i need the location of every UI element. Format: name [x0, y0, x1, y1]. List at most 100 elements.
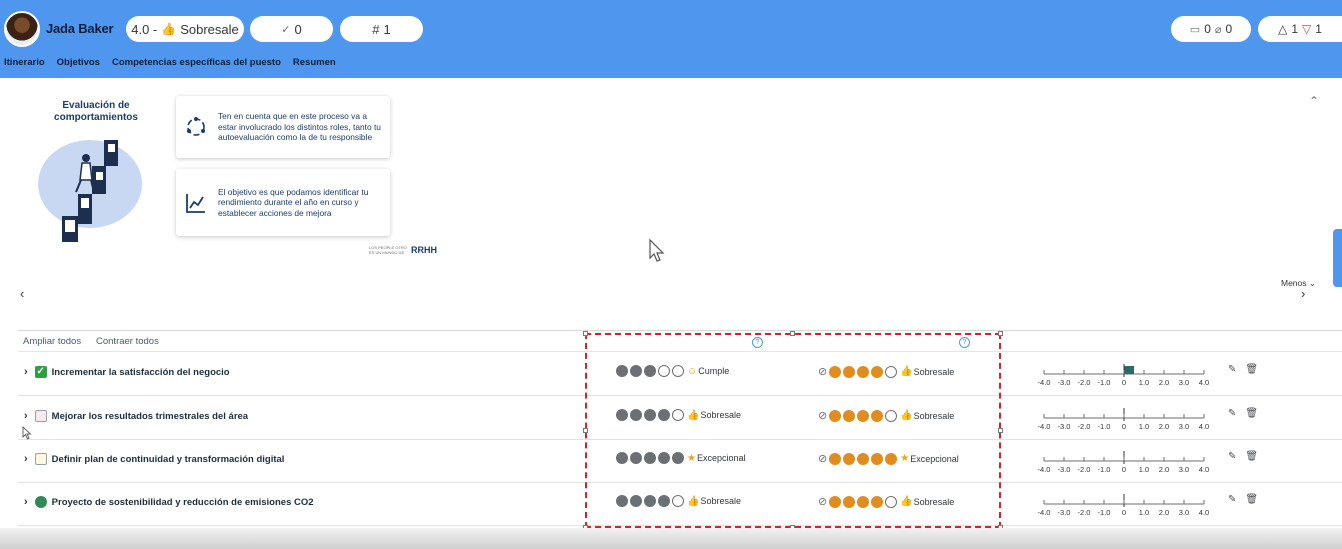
chevron-left-icon[interactable]: ‹ — [20, 286, 24, 301]
overall-score-pill[interactable]: 4.0 - 👍 Sobresale — [126, 16, 244, 42]
chevron-right-icon[interactable]: › — [24, 496, 28, 508]
cycle-icon — [187, 117, 205, 136]
scale-tick-label: 2.0 — [1159, 465, 1169, 474]
tab-resumen[interactable]: Resumen — [293, 57, 336, 68]
expand-all-link[interactable]: Ampliar todos — [23, 336, 81, 347]
check-icon: ✓ — [281, 23, 291, 36]
chevron-right-icon[interactable]: › — [1301, 286, 1305, 301]
app-root: Jada Baker 4.0 - 👍 Sobresale ✓ 0 # 1 ▭ 0… — [0, 0, 1342, 549]
row-title-wrap[interactable]: › Proyecto de sostenibilidad y reducción… — [24, 496, 314, 508]
attach-count: 0 — [1225, 22, 1233, 36]
tab-objetivos[interactable]: Objetivos — [57, 57, 100, 68]
notes-attachments-pill[interactable]: ▭ 0 ⌀ 0 — [1171, 16, 1251, 42]
deviation-scale: -4.0 -3.0 -2.0 -1.0 0 1.0 2.0 3.0 4.0 — [1038, 408, 1209, 431]
side-panel-handle[interactable] — [1333, 229, 1342, 287]
trash-icon[interactable]: 🗑 — [1245, 364, 1258, 375]
scale-tick-label: -2.0 — [1078, 378, 1091, 387]
rrhh-logo-text: RRHH — [411, 245, 437, 255]
scale-tick-label: 0 — [1122, 465, 1126, 474]
completed-count-pill[interactable]: ✓ 0 — [250, 16, 333, 42]
row-title: Mejorar los resultados trimestrales del … — [51, 410, 249, 422]
info-card-roles: Ten en cuenta que en este proceso va a e… — [176, 96, 390, 158]
triangle-down-icon: ▽ — [1302, 22, 1312, 36]
edit-icon[interactable]: ✎ — [1228, 451, 1236, 462]
chevron-right-icon[interactable]: › — [24, 453, 28, 465]
header-bar: Jada Baker 4.0 - 👍 Sobresale ✓ 0 # 1 ▭ 0… — [0, 0, 1342, 78]
scale-tick-label: -4.0 — [1038, 465, 1051, 474]
row-actions: ✎ 🗑 — [1228, 451, 1258, 462]
scale-tick-label: -3.0 — [1058, 422, 1071, 431]
tab-competencias[interactable]: Competencias específicas del puesto — [112, 57, 281, 68]
rrhh-logo-tagline: LOS PEOPLE OTRO ES UN MUNDO DE — [369, 245, 407, 255]
selection-highlight — [583, 331, 1003, 530]
scale-tick-label: 4.0 — [1199, 465, 1209, 474]
chevron-right-icon[interactable]: › — [24, 366, 28, 378]
trash-icon[interactable]: 🗑 — [1245, 494, 1258, 505]
edit-icon[interactable]: ✎ — [1228, 408, 1236, 419]
banner-title: Evaluación de comportamientos — [54, 100, 138, 123]
scale-tick-label: -4.0 — [1038, 508, 1051, 517]
hash-icon: # — [372, 21, 380, 37]
scale-tick-label: 3.0 — [1179, 378, 1189, 387]
scale-tick-label: 1.0 — [1139, 465, 1149, 474]
resize-handle[interactable] — [790, 331, 795, 336]
comment-icon: ▭ — [1189, 23, 1201, 36]
info-card-roles-text: Ten en cuenta que en este proceso va a e… — [218, 111, 381, 143]
scale-tick-label: 1.0 — [1139, 378, 1149, 387]
collapse-all-link[interactable]: Contraer todos — [96, 336, 159, 347]
scale-tick-label: -3.0 — [1058, 508, 1071, 517]
line-chart-icon — [186, 193, 205, 213]
document-icon — [34, 453, 47, 465]
row-title-wrap[interactable]: › Definir plan de continuidad y transfor… — [24, 453, 284, 465]
scale-tick-label: -1.0 — [1098, 378, 1111, 387]
row-title-wrap[interactable]: › Mejorar los resultados trimestrales de… — [24, 410, 248, 422]
scale-tick-label: -2.0 — [1078, 465, 1091, 474]
trash-icon[interactable]: 🗑 — [1245, 408, 1258, 419]
chevron-right-icon[interactable]: › — [24, 410, 28, 422]
scale-tick-label: 3.0 — [1179, 465, 1189, 474]
scale-tick-label: 0 — [1122, 508, 1126, 517]
scale-tick-label: -3.0 — [1058, 465, 1071, 474]
scale-tick-label: 4.0 — [1199, 422, 1209, 431]
resize-handle[interactable] — [998, 331, 1003, 336]
edit-icon[interactable]: ✎ — [1228, 494, 1236, 505]
row-title-wrap[interactable]: › ✓ Incrementar la satisfacción del nego… — [24, 366, 230, 378]
resize-handle[interactable] — [583, 331, 588, 336]
info-card-objective-text: El objetivo es que podamos identificar t… — [218, 186, 369, 218]
scale-tick-label: -3.0 — [1058, 378, 1071, 387]
trash-icon[interactable]: 🗑 — [1245, 451, 1258, 462]
down-count: 1 — [1315, 22, 1322, 36]
avatar[interactable] — [4, 11, 40, 47]
scale-tick-label: -4.0 — [1038, 378, 1051, 387]
scale-tick-label: 4.0 — [1199, 378, 1209, 387]
triangle-up-icon: △ — [1278, 22, 1288, 36]
chevron-down-icon: ⌄ — [1308, 278, 1317, 288]
scale-tick-label: -4.0 — [1038, 422, 1051, 431]
scale-tick-label: 3.0 — [1179, 508, 1189, 517]
deviation-scale: -4.0 -3.0 -2.0 -1.0 0 1.0 2.0 3.0 4.0 — [1038, 494, 1209, 517]
tab-itinerario[interactable]: Itinerario — [4, 57, 45, 68]
check-square-icon: ✓ — [34, 366, 47, 378]
trend-pill[interactable]: △ 1 ▽ 1 — [1258, 16, 1342, 42]
row-actions: ✎ 🗑 — [1228, 408, 1258, 419]
row-title: Definir plan de continuidad y transforma… — [51, 453, 285, 465]
deviation-scale: -4.0 -3.0 -2.0 -1.0 0 1.0 2.0 3.0 4.0 — [1038, 451, 1209, 474]
resize-handle[interactable] — [583, 428, 588, 433]
scale-tick-label: -1.0 — [1098, 465, 1111, 474]
edit-icon[interactable]: ✎ — [1228, 364, 1236, 375]
score-value: 4.0 - — [131, 21, 158, 37]
scale-tick-label: 0 — [1122, 422, 1126, 431]
row-title: Incrementar la satisfacción del negocio — [51, 366, 230, 378]
circle-icon — [34, 496, 47, 508]
less-toggle[interactable]: Menos ⌄ — [1281, 278, 1316, 289]
notes-count: 0 — [1204, 22, 1211, 36]
scale-tick-label: 0 — [1122, 378, 1126, 387]
user-name[interactable]: Jada Baker — [46, 21, 114, 36]
chevron-up-icon[interactable]: ⌃ — [1309, 94, 1319, 108]
rank-pill[interactable]: # 1 — [340, 16, 423, 42]
completed-count: 0 — [294, 21, 302, 37]
resize-handle[interactable] — [998, 428, 1003, 433]
row-actions: ✎ 🗑 — [1228, 364, 1258, 375]
score-label: Sobresale — [180, 21, 239, 37]
text-cursor-icon — [22, 426, 32, 440]
